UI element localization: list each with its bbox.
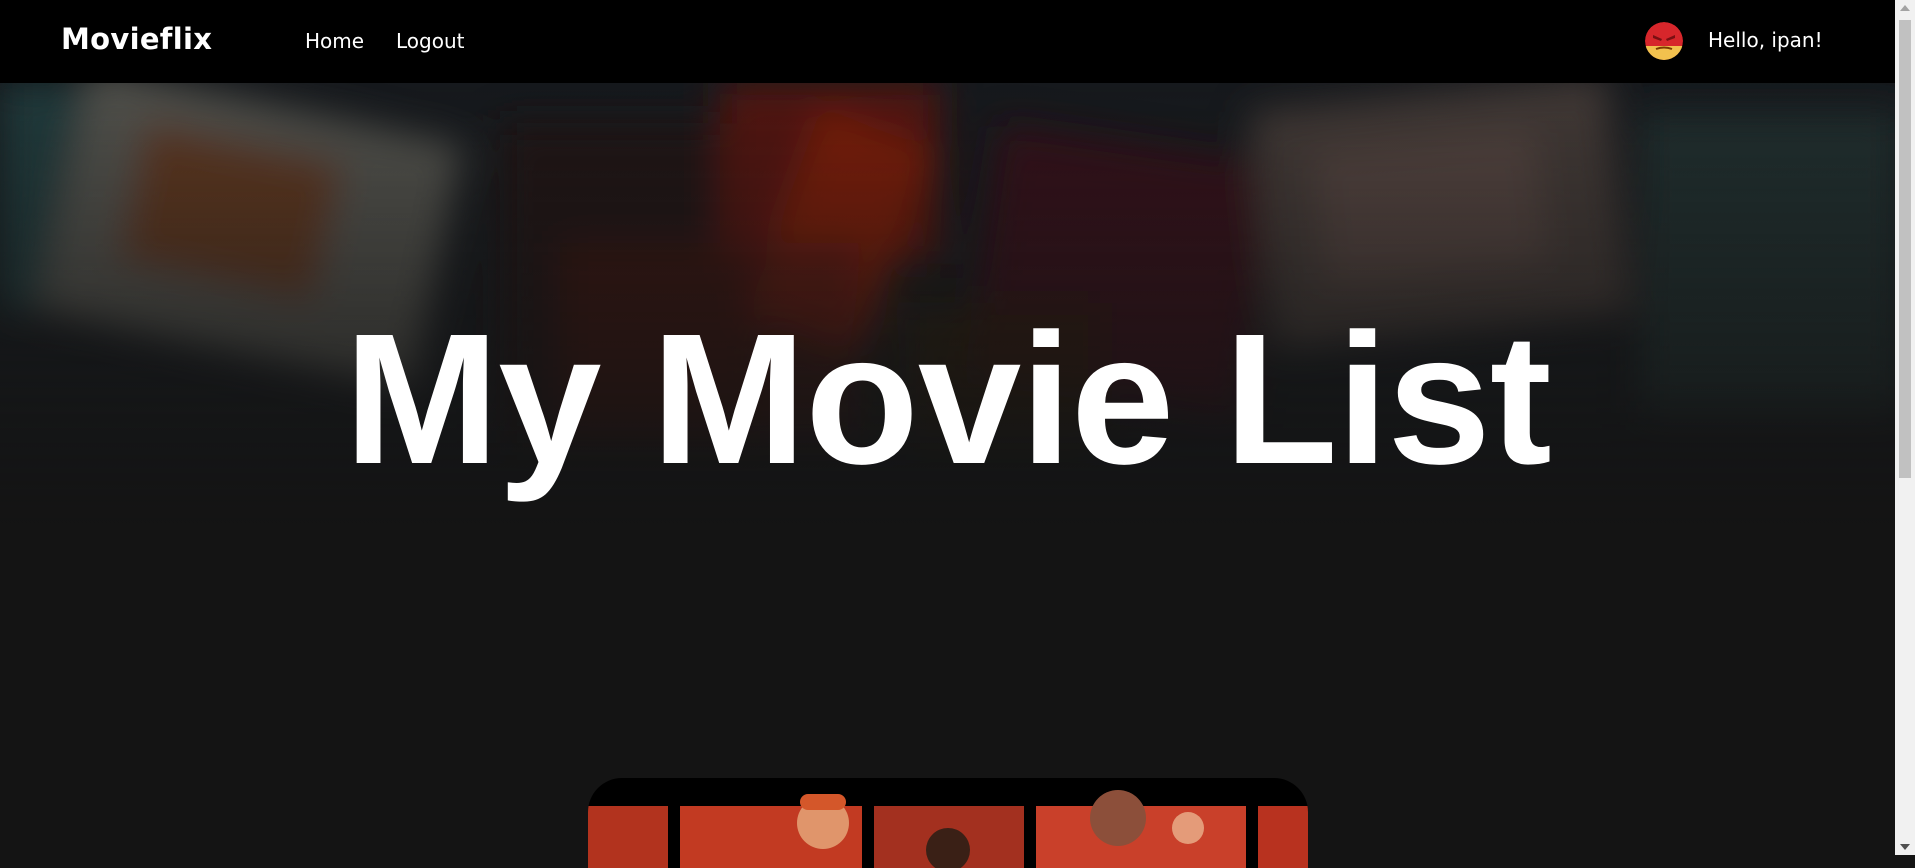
nav-home-link[interactable]: Home xyxy=(305,29,364,53)
scroll-up-arrow-icon[interactable] xyxy=(1900,5,1910,11)
brand-logo[interactable]: Movieflix xyxy=(61,22,212,56)
user-greeting: Hello, ipan! xyxy=(1708,28,1823,52)
top-navbar: Movieflix Home Logout Hello, ipan! xyxy=(0,0,1895,83)
page-title: My Movie List xyxy=(344,296,1552,503)
scrollbar-thumb[interactable] xyxy=(1899,20,1911,478)
hero-banner: My Movie List xyxy=(0,83,1895,583)
nav-logout-link[interactable]: Logout xyxy=(396,29,464,53)
user-avatar-icon[interactable] xyxy=(1645,22,1683,60)
scroll-down-arrow-icon[interactable] xyxy=(1900,844,1910,850)
vertical-scrollbar[interactable] xyxy=(1895,0,1915,855)
